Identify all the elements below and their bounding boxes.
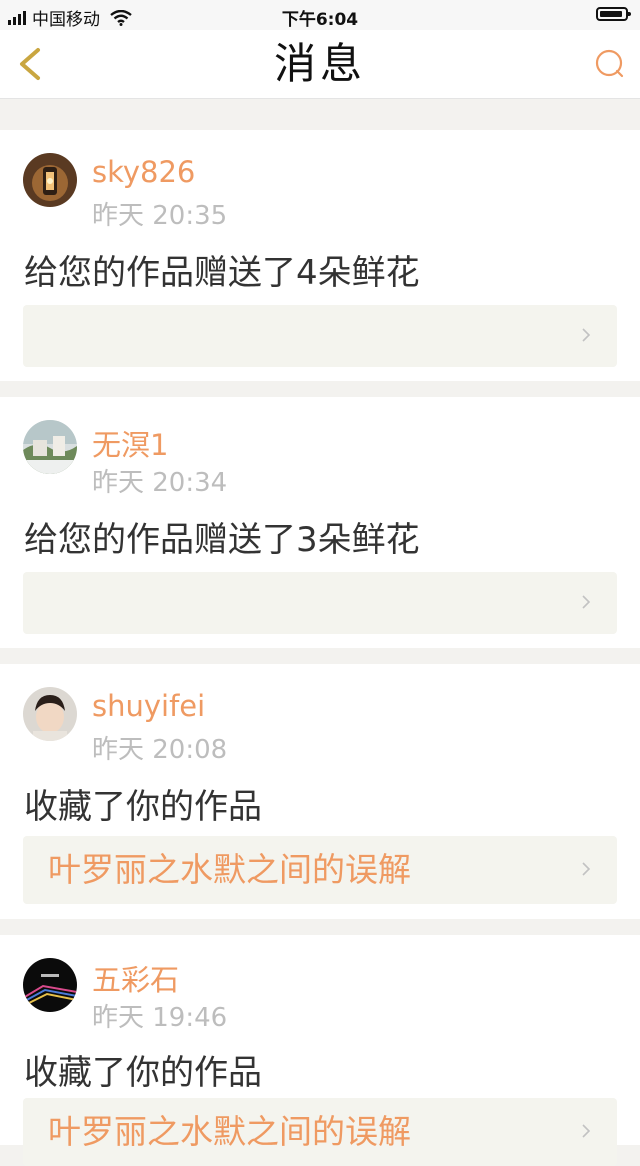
avatar[interactable] [23, 420, 77, 474]
username[interactable]: 五彩石 [92, 957, 179, 999]
avatar[interactable] [23, 153, 77, 207]
username[interactable]: sky826 [92, 155, 195, 189]
message-card[interactable]: shuyifei 昨天 20:08 收藏了你的作品 叶罗丽之水默之间的误解 [0, 664, 640, 919]
message-text: 收藏了你的作品 [24, 787, 262, 827]
nav-bar: 消息 [0, 30, 640, 99]
battery-icon [596, 7, 631, 21]
message-text: 收藏了你的作品 [24, 1053, 262, 1093]
message-time: 昨天 20:35 [92, 201, 228, 231]
username[interactable]: 无溟1 [92, 422, 168, 464]
chevron-right-icon [582, 862, 591, 876]
back-button[interactable] [10, 42, 54, 86]
search-icon [595, 49, 624, 78]
message-text: 给您的作品赠送了3朵鲜花 [24, 520, 420, 560]
work-link[interactable] [23, 572, 617, 634]
message-time: 昨天 20:08 [92, 735, 228, 765]
chevron-right-icon [582, 595, 591, 609]
page-title: 消息 [273, 39, 366, 88]
work-title: 叶罗丽之水默之间的误解 [48, 850, 411, 889]
chevron-left-icon [20, 48, 40, 80]
work-link[interactable]: 叶罗丽之水默之间的误解 [23, 1098, 617, 1166]
message-card[interactable]: sky826 昨天 20:35 给您的作品赠送了4朵鲜花 [0, 130, 640, 381]
person-avatar-image [23, 687, 77, 741]
username[interactable]: shuyifei [92, 689, 205, 723]
message-card[interactable]: 五彩石 昨天 19:46 收藏了你的作品 叶罗丽之水默之间的误解 [0, 935, 640, 1166]
dark-avatar-image [23, 958, 77, 1012]
landscape-avatar-image [23, 420, 77, 474]
message-time: 昨天 20:34 [92, 468, 228, 498]
lantern-avatar-image [23, 153, 77, 207]
status-time: 下午6:04 [281, 10, 359, 30]
work-title: 叶罗丽之水默之间的误解 [48, 1112, 411, 1151]
chevron-right-icon [582, 1124, 591, 1138]
chevron-right-icon [582, 328, 591, 342]
search-button[interactable] [592, 46, 628, 82]
status-bar: 中国移动 下午6:04 [0, 0, 640, 30]
message-text: 给您的作品赠送了4朵鲜花 [24, 253, 420, 293]
message-time: 昨天 19:46 [92, 1003, 228, 1033]
work-link[interactable]: 叶罗丽之水默之间的误解 [23, 836, 617, 904]
message-card[interactable]: 无溟1 昨天 20:34 给您的作品赠送了3朵鲜花 [0, 397, 640, 648]
avatar[interactable] [23, 687, 77, 741]
work-link[interactable] [23, 305, 617, 367]
avatar[interactable] [23, 958, 77, 1012]
